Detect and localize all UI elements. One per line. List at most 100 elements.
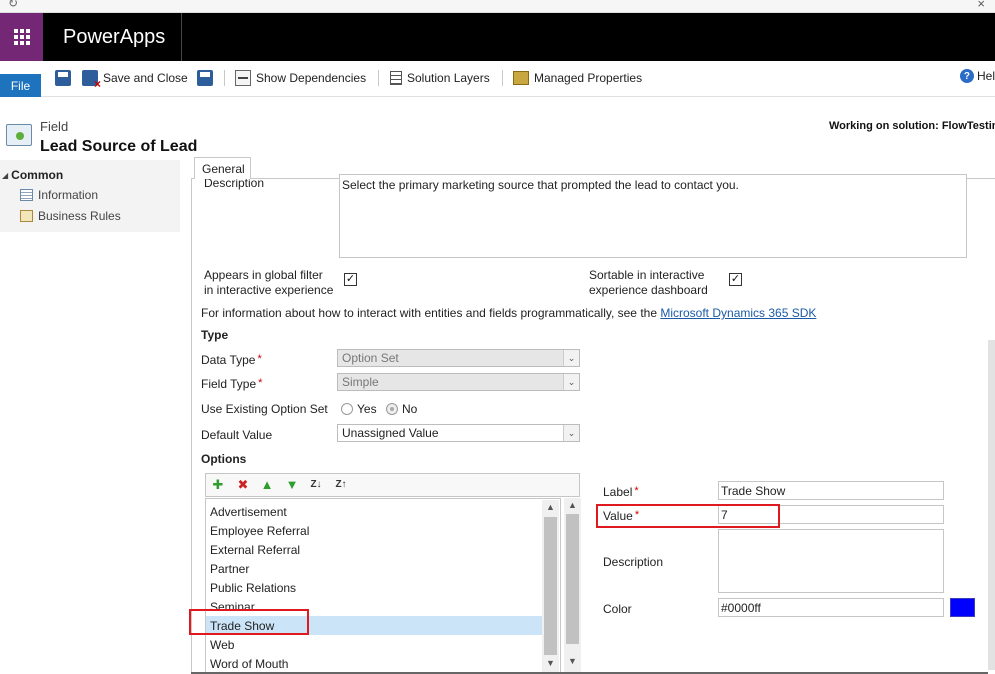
use-existing-no-radio[interactable] <box>386 403 398 415</box>
panel-scrollbar[interactable] <box>988 340 995 670</box>
options-list-scrollbar[interactable]: ▲ ▼ <box>542 500 559 672</box>
type-section-header: Type <box>201 328 229 342</box>
sdk-link[interactable]: Microsoft Dynamics 365 SDK <box>660 306 816 320</box>
nav-item-information[interactable]: Information <box>20 188 98 202</box>
field-type-label: Field Type * <box>201 377 263 391</box>
global-filter-label: Appears in global filter <box>204 268 323 282</box>
option-label-label: Label * <box>603 485 639 499</box>
default-value-label: Default Value <box>201 428 273 442</box>
yes-label: Yes <box>357 402 377 416</box>
ribbon-separator <box>502 70 503 86</box>
delete-option-icon[interactable]: ✖ <box>236 478 250 492</box>
command-ribbon: File Save and Close Show Dependencies So… <box>0 61 995 97</box>
save-icon <box>55 70 71 86</box>
option-color-input[interactable]: #0000ff <box>718 598 944 617</box>
chevron-down-icon: ⌄ <box>563 374 579 390</box>
color-swatch[interactable] <box>950 598 975 617</box>
collapse-triangle-icon: ◢ <box>2 170 9 180</box>
help-label: Hel <box>976 69 995 83</box>
list-item[interactable]: Word of Mouth <box>206 654 542 673</box>
nav-group-common[interactable]: ◢ Common <box>2 168 63 182</box>
page-kicker: Field <box>40 119 69 134</box>
list-item[interactable]: Employee Referral <box>206 521 542 540</box>
scroll-down-icon[interactable]: ▼ <box>564 656 581 670</box>
managed-properties-icon <box>513 71 529 85</box>
use-existing-label: Use Existing Option Set <box>201 402 328 416</box>
solution-layers-button[interactable]: Solution Layers <box>390 69 490 87</box>
sdk-info-text: For information about how to interact wi… <box>201 306 817 320</box>
list-item[interactable]: Advertisement <box>206 502 542 521</box>
help-icon: ? <box>959 69 974 83</box>
close-icon[interactable]: × <box>977 0 985 11</box>
working-on-solution: Working on solution: FlowTestin <box>829 120 995 132</box>
global-filter-label-line2: in interactive experience <box>204 283 334 297</box>
option-description-label: Description <box>603 555 664 569</box>
move-up-icon[interactable]: ▲ <box>260 478 274 492</box>
list-item-selected[interactable]: Trade Show <box>206 616 542 635</box>
help-button[interactable]: ? Hel <box>959 69 995 83</box>
data-type-label: Data Type * <box>201 353 262 367</box>
publish-icon <box>197 70 213 86</box>
scroll-thumb[interactable] <box>544 517 557 655</box>
field-type-select[interactable]: Simple ⌄ <box>337 373 580 391</box>
sort-ascending-icon[interactable]: Z↓ <box>309 478 323 492</box>
scroll-up-icon[interactable]: ▲ <box>542 502 559 516</box>
options-toolbar: ✚ ✖ ▲ ▼ Z↓ Z↑ <box>205 473 580 497</box>
top-nav-bar: PowerApps <box>0 13 995 61</box>
options-section-header: Options <box>201 452 247 466</box>
list-item[interactable]: Partner <box>206 559 542 578</box>
move-down-icon[interactable]: ▼ <box>285 478 299 492</box>
scroll-down-icon[interactable]: ▼ <box>542 658 559 672</box>
sortable-label: Sortable in interactive <box>589 268 705 282</box>
sortable-checkbox[interactable]: ✓ <box>729 273 742 286</box>
add-option-icon[interactable]: ✚ <box>211 478 225 492</box>
publish-button[interactable] <box>197 69 213 87</box>
list-item[interactable]: External Referral <box>206 540 542 559</box>
reload-icon[interactable]: ↻ <box>8 0 18 10</box>
use-existing-yes-radio[interactable] <box>341 403 353 415</box>
information-icon <box>20 189 33 201</box>
list-item[interactable]: Public Relations <box>206 578 542 597</box>
chevron-down-icon: ⌄ <box>563 425 579 441</box>
show-dependencies-button[interactable]: Show Dependencies <box>235 69 366 87</box>
save-button[interactable] <box>55 69 71 87</box>
default-value-select[interactable]: Unassigned Value ⌄ <box>337 424 580 442</box>
save-and-close-icon <box>82 70 101 91</box>
list-item[interactable]: Seminar <box>206 597 542 616</box>
show-dependencies-label: Show Dependencies <box>256 71 367 85</box>
layers-icon <box>390 71 402 85</box>
dependencies-icon <box>235 70 251 86</box>
nav-item-label: Business Rules <box>38 209 121 223</box>
managed-properties-button[interactable]: Managed Properties <box>513 69 642 87</box>
option-color-label: Color <box>603 602 632 616</box>
scroll-thumb[interactable] <box>566 514 579 644</box>
tab-general[interactable]: General <box>194 157 251 179</box>
options-list: Advertisement Employee Referral External… <box>205 498 561 674</box>
file-button[interactable]: File <box>0 74 41 97</box>
page-title: Lead Source of Lead <box>40 138 198 155</box>
data-type-select[interactable]: Option Set ⌄ <box>337 349 580 367</box>
chevron-down-icon: ⌄ <box>563 350 579 366</box>
scroll-up-icon[interactable]: ▲ <box>564 500 581 514</box>
option-value-input[interactable]: 7 <box>718 505 944 524</box>
options-outer-scrollbar[interactable]: ▲ ▼ <box>564 498 581 672</box>
list-item[interactable]: Web <box>206 635 542 654</box>
waffle-icon <box>13 29 30 45</box>
global-filter-checkbox[interactable]: ✓ <box>344 273 357 286</box>
save-and-close-button[interactable]: Save and Close <box>82 69 188 91</box>
solution-layers-label: Solution Layers <box>407 71 490 85</box>
nav-item-business-rules[interactable]: Business Rules <box>20 209 121 223</box>
option-label-input[interactable]: Trade Show <box>718 481 944 500</box>
ribbon-separator <box>378 70 379 86</box>
app-title[interactable]: PowerApps <box>63 26 165 49</box>
sort-descending-icon[interactable]: Z↑ <box>334 478 348 492</box>
option-description-textarea[interactable] <box>718 529 944 593</box>
field-entity-icon <box>6 124 32 146</box>
option-value-label: Value * <box>603 509 640 523</box>
managed-properties-label: Managed Properties <box>534 71 643 85</box>
nav-item-label: Information <box>38 188 99 202</box>
no-label: No <box>402 402 418 416</box>
left-nav: ◢ Common Information Business Rules <box>0 160 180 232</box>
description-textarea[interactable]: Select the primary marketing source that… <box>339 174 967 258</box>
app-launcher-button[interactable] <box>0 13 43 61</box>
